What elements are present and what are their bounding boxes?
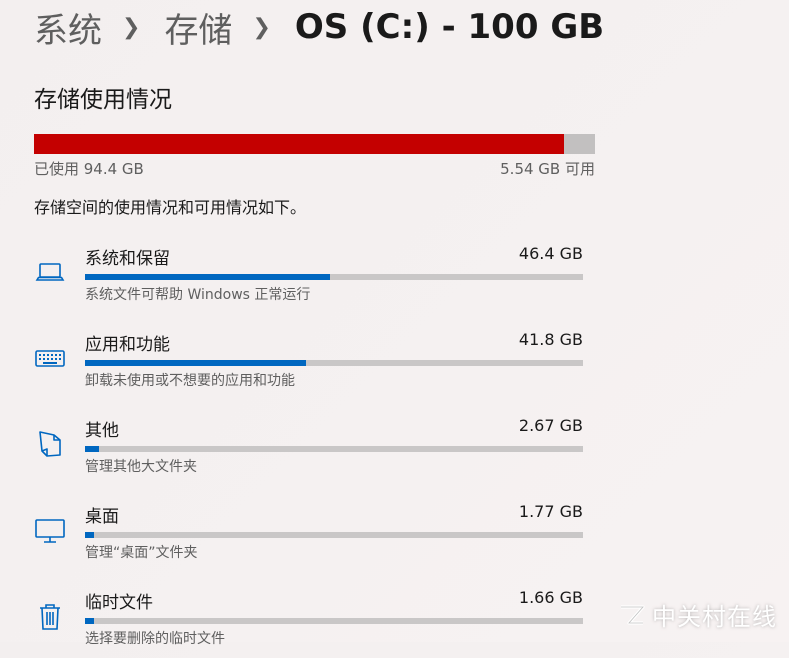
category-usage-fill <box>85 446 99 452</box>
category-usage-fill <box>85 618 94 624</box>
category-usage-fill <box>85 274 331 280</box>
category-usage-fill <box>85 532 95 538</box>
category-subtitle: 系统文件可帮助 Windows 正常运行 <box>85 287 311 303</box>
page-title: OS (C:) - 100 GB <box>294 7 605 47</box>
category-system-reserved[interactable]: 系统和保留 46.4 GB 系统文件可帮助 Windows 正常运行 <box>34 244 583 314</box>
category-usage-bar <box>85 274 583 280</box>
category-name: 临时文件 <box>85 593 153 613</box>
category-subtitle: 管理“桌面”文件夹 <box>85 545 198 561</box>
category-subtitle: 卸载未使用或不想要的应用和功能 <box>85 373 295 389</box>
storage-used-fill <box>34 134 564 154</box>
storage-usage-bar <box>34 134 595 154</box>
category-name: 其他 <box>85 421 119 441</box>
category-size: 41.8 GB <box>518 330 583 349</box>
breadcrumb-system[interactable]: 系统 <box>34 3 102 52</box>
category-usage-bar <box>85 532 583 538</box>
storage-description: 存储空间的使用情况和可用情况如下。 <box>34 198 307 217</box>
category-size: 1.66 GB <box>518 588 583 607</box>
keyboard-icon <box>34 342 66 374</box>
category-usage-bar <box>85 360 583 366</box>
document-icon <box>34 428 66 460</box>
category-subtitle: 选择要删除的临时文件 <box>85 631 225 647</box>
category-other[interactable]: 其他 2.67 GB 管理其他大文件夹 <box>34 416 583 486</box>
used-space-label: 已使用 94.4 GB <box>34 160 144 178</box>
category-desktop[interactable]: 桌面 1.77 GB 管理“桌面”文件夹 <box>34 502 583 572</box>
chevron-right-icon: ❯ <box>122 14 141 40</box>
category-size: 2.67 GB <box>518 416 583 435</box>
watermark: 中关村在线 <box>618 597 777 632</box>
laptop-icon <box>34 256 66 288</box>
category-name: 桌面 <box>85 507 119 527</box>
category-usage-fill <box>85 360 306 366</box>
category-name: 系统和保留 <box>85 249 170 269</box>
category-temp-files[interactable]: 临时文件 1.66 GB 选择要删除的临时文件 <box>34 588 583 658</box>
watermark-text: 中关村在线 <box>652 603 777 631</box>
category-usage-bar <box>85 618 583 624</box>
category-usage-bar <box>85 446 583 452</box>
category-subtitle: 管理其他大文件夹 <box>85 459 197 475</box>
watermark-logo-icon <box>621 604 645 625</box>
breadcrumb: 系统 ❯ 存储 ❯ OS (C:) - 100 GB <box>34 3 605 52</box>
breadcrumb-storage[interactable]: 存储 <box>164 3 232 52</box>
trash-icon <box>34 600 66 632</box>
category-apps-features[interactable]: 应用和功能 41.8 GB 卸载未使用或不想要的应用和功能 <box>34 330 583 400</box>
storage-usage-title: 存储使用情况 <box>34 87 172 113</box>
monitor-icon <box>34 514 66 546</box>
chevron-right-icon: ❯ <box>252 14 271 40</box>
category-name: 应用和功能 <box>85 335 170 355</box>
free-space-label: 5.54 GB 可用 <box>500 160 595 178</box>
category-size: 1.77 GB <box>518 502 583 521</box>
category-size: 46.4 GB <box>518 244 583 263</box>
